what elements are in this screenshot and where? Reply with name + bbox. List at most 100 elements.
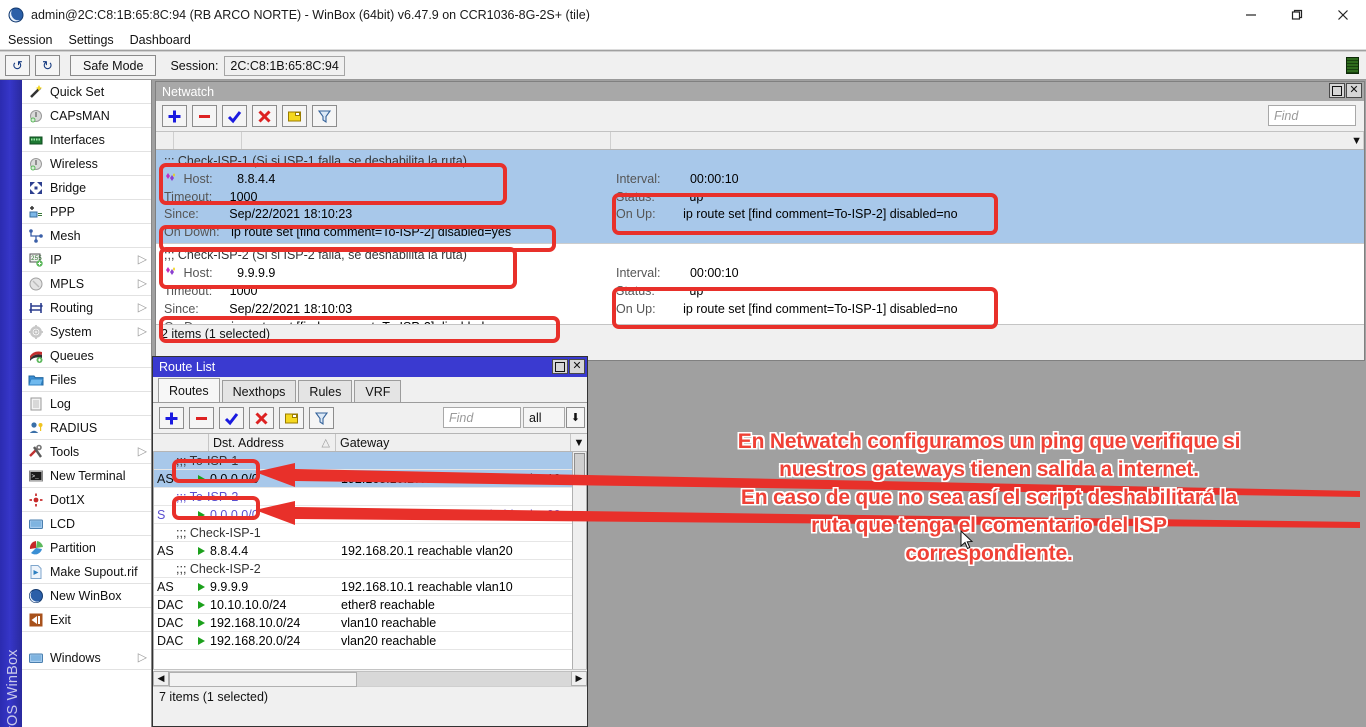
sidebar-item-ppp[interactable]: PPP [22, 200, 151, 224]
table-row[interactable]: ;;; To-ISP-2 [154, 488, 586, 506]
sidebar-item-label: Windows [50, 651, 101, 665]
scrollbar-thumb[interactable] [574, 453, 585, 481]
session-input[interactable]: 2C:C8:1B:65:8C:94 [224, 56, 344, 76]
table-row[interactable]: ;;; To-ISP-1 [154, 452, 586, 470]
undo-button[interactable]: ↺ [5, 55, 30, 76]
netwatch-titlebar[interactable]: Netwatch ✕ [156, 82, 1364, 101]
sidebar-item-tools[interactable]: Tools ▷ [22, 440, 151, 464]
table-row[interactable]: ;;; Check-ISP-2 [154, 560, 586, 578]
sidebar-item-log[interactable]: Log [22, 392, 151, 416]
route-list-close-button[interactable]: ✕ [569, 359, 585, 374]
sidebar-item-mesh[interactable]: Mesh [22, 224, 151, 248]
menu-settings[interactable]: Settings [60, 30, 121, 50]
route-remove-button[interactable] [189, 407, 214, 429]
table-row[interactable]: AS 9.9.9.9 192.168.10.1 reachable vlan10 [154, 578, 586, 596]
route-column-dropdown-icon[interactable]: ▼ [571, 434, 587, 451]
chevron-right-icon: ▷ [138, 301, 147, 314]
route-filter-select[interactable]: all [523, 407, 565, 428]
sidebar-item-make-supout[interactable]: Make Supout.rif [22, 560, 151, 584]
sidebar-item-new-winbox[interactable]: New WinBox [22, 584, 151, 608]
netwatch-maximize-button[interactable] [1329, 83, 1345, 98]
route-list-maximize-button[interactable] [552, 359, 568, 374]
netwatch-disable-button[interactable] [252, 105, 277, 127]
redo-button[interactable]: ↻ [35, 55, 60, 76]
route-filter-dropdown-icon[interactable]: ⬇ [566, 407, 585, 428]
route-list-vertical-scrollbar[interactable] [572, 452, 586, 669]
sidebar-item-partition[interactable]: Partition [22, 536, 151, 560]
sidebar-item-label: MPLS [50, 277, 84, 291]
sidebar-item-windows[interactable]: Windows ▷ [22, 646, 151, 670]
scrollbar-track[interactable] [169, 671, 571, 686]
tab-vrf[interactable]: VRF [354, 380, 401, 402]
tab-routes[interactable]: Routes [158, 378, 220, 402]
netwatch-filter-button[interactable] [312, 105, 337, 127]
netwatch-enable-button[interactable] [222, 105, 247, 127]
table-row[interactable]: S 0.0.0.0/0 192.168.20.1%vlan20 reachabl… [154, 506, 586, 524]
route-list-horizontal-scrollbar[interactable]: ◀ ▶ [153, 669, 587, 686]
netwatch-comment-button[interactable] [282, 105, 307, 127]
table-row[interactable]: ;;; Check-ISP-1 [154, 524, 586, 542]
netwatch-ondown-row: On Down: ip route set [find comment=To-I… [164, 225, 511, 239]
scrollbar-thumb[interactable] [169, 672, 357, 687]
route-list-titlebar[interactable]: Route List ✕ [153, 357, 587, 377]
sidebar-item-dot1x[interactable]: Dot1X [22, 488, 151, 512]
route-col-gateway[interactable]: Gateway [336, 434, 571, 451]
sidebar-item-ip[interactable]: 255 IP ▷ [22, 248, 151, 272]
netwatch-column-dropdown-icon[interactable]: ▼ [1351, 135, 1362, 147]
route-enable-button[interactable] [219, 407, 244, 429]
netwatch-add-button[interactable] [162, 105, 187, 127]
mpls-icon [27, 275, 44, 292]
route-filter-button[interactable] [309, 407, 334, 429]
minimize-button[interactable] [1228, 0, 1274, 30]
route-comment-button[interactable] [279, 407, 304, 429]
netwatch-find-input[interactable]: Find [1268, 105, 1356, 126]
table-row[interactable]: AS 0.0.0.0/0 192.168.10.1%vlan10 reachab… [154, 470, 586, 488]
scroll-right-button[interactable]: ▶ [571, 671, 587, 686]
table-row[interactable]: DAC 192.168.20.0/24 vlan20 reachable [154, 632, 586, 650]
sidebar-item-queues[interactable]: Queues [22, 344, 151, 368]
route-find-input[interactable]: Find [443, 407, 521, 428]
route-add-button[interactable] [159, 407, 184, 429]
sidebar-item-wireless[interactable]: Wireless [22, 152, 151, 176]
netwatch-col-status[interactable] [611, 132, 1364, 149]
route-disable-button[interactable] [249, 407, 274, 429]
sidebar-item-lcd[interactable]: LCD [22, 512, 151, 536]
menu-session[interactable]: Session [0, 30, 60, 50]
scroll-left-button[interactable]: ◀ [153, 671, 169, 686]
sidebar-separator [22, 632, 151, 646]
sidebar-item-capsman[interactable]: CAPsMAN [22, 104, 151, 128]
netwatch-col-name[interactable] [174, 132, 242, 149]
close-button[interactable] [1320, 0, 1366, 30]
netwatch-status-value: up [689, 190, 703, 204]
netwatch-remove-button[interactable] [192, 105, 217, 127]
table-row[interactable]: DAC 10.10.10.0/24 ether8 reachable [154, 596, 586, 614]
sidebar-item-system[interactable]: System ▷ [22, 320, 151, 344]
sidebar-item-radius[interactable]: RADIUS [22, 416, 151, 440]
sidebar-item-mpls[interactable]: MPLS ▷ [22, 272, 151, 296]
menu-dashboard[interactable]: Dashboard [122, 30, 199, 50]
table-row[interactable]: DAC 192.168.10.0/24 vlan10 reachable [154, 614, 586, 632]
netwatch-col-flags[interactable] [156, 132, 174, 149]
netwatch-entry-comment: ;;; Check-ISP-1 (Si si ISP-1 falla, se d… [164, 154, 467, 168]
route-col-dst-address[interactable]: Dst. Address △ [209, 434, 336, 451]
table-row[interactable]: AS 8.8.4.4 192.168.20.1 reachable vlan20 [154, 542, 586, 560]
sidebar-item-quick-set[interactable]: Quick Set [22, 80, 151, 104]
netwatch-col-host[interactable] [242, 132, 611, 149]
route-active-icon [196, 546, 210, 556]
safe-mode-button[interactable]: Safe Mode [70, 55, 156, 76]
main-window-titlebar: admin@2C:C8:1B:65:8C:94 (RB ARCO NORTE) … [0, 0, 1366, 30]
netwatch-host-label: Host: [183, 172, 212, 186]
maximize-button[interactable] [1274, 0, 1320, 30]
sidebar-item-routing[interactable]: Routing ▷ [22, 296, 151, 320]
sidebar-item-label: Bridge [50, 181, 86, 195]
tab-nexthops[interactable]: Nexthops [222, 380, 297, 402]
tab-rules[interactable]: Rules [298, 380, 352, 402]
route-col-flags[interactable] [153, 434, 209, 451]
sidebar-item-bridge[interactable]: Bridge [22, 176, 151, 200]
sidebar-item-files[interactable]: Files [22, 368, 151, 392]
sidebar-item-interfaces[interactable]: Interfaces [22, 128, 151, 152]
sidebar-item-new-terminal[interactable]: >_ New Terminal [22, 464, 151, 488]
netwatch-timeout-row: Timeout: 1000 [164, 284, 257, 298]
sidebar-item-exit[interactable]: Exit [22, 608, 151, 632]
netwatch-close-button[interactable]: ✕ [1346, 83, 1362, 98]
